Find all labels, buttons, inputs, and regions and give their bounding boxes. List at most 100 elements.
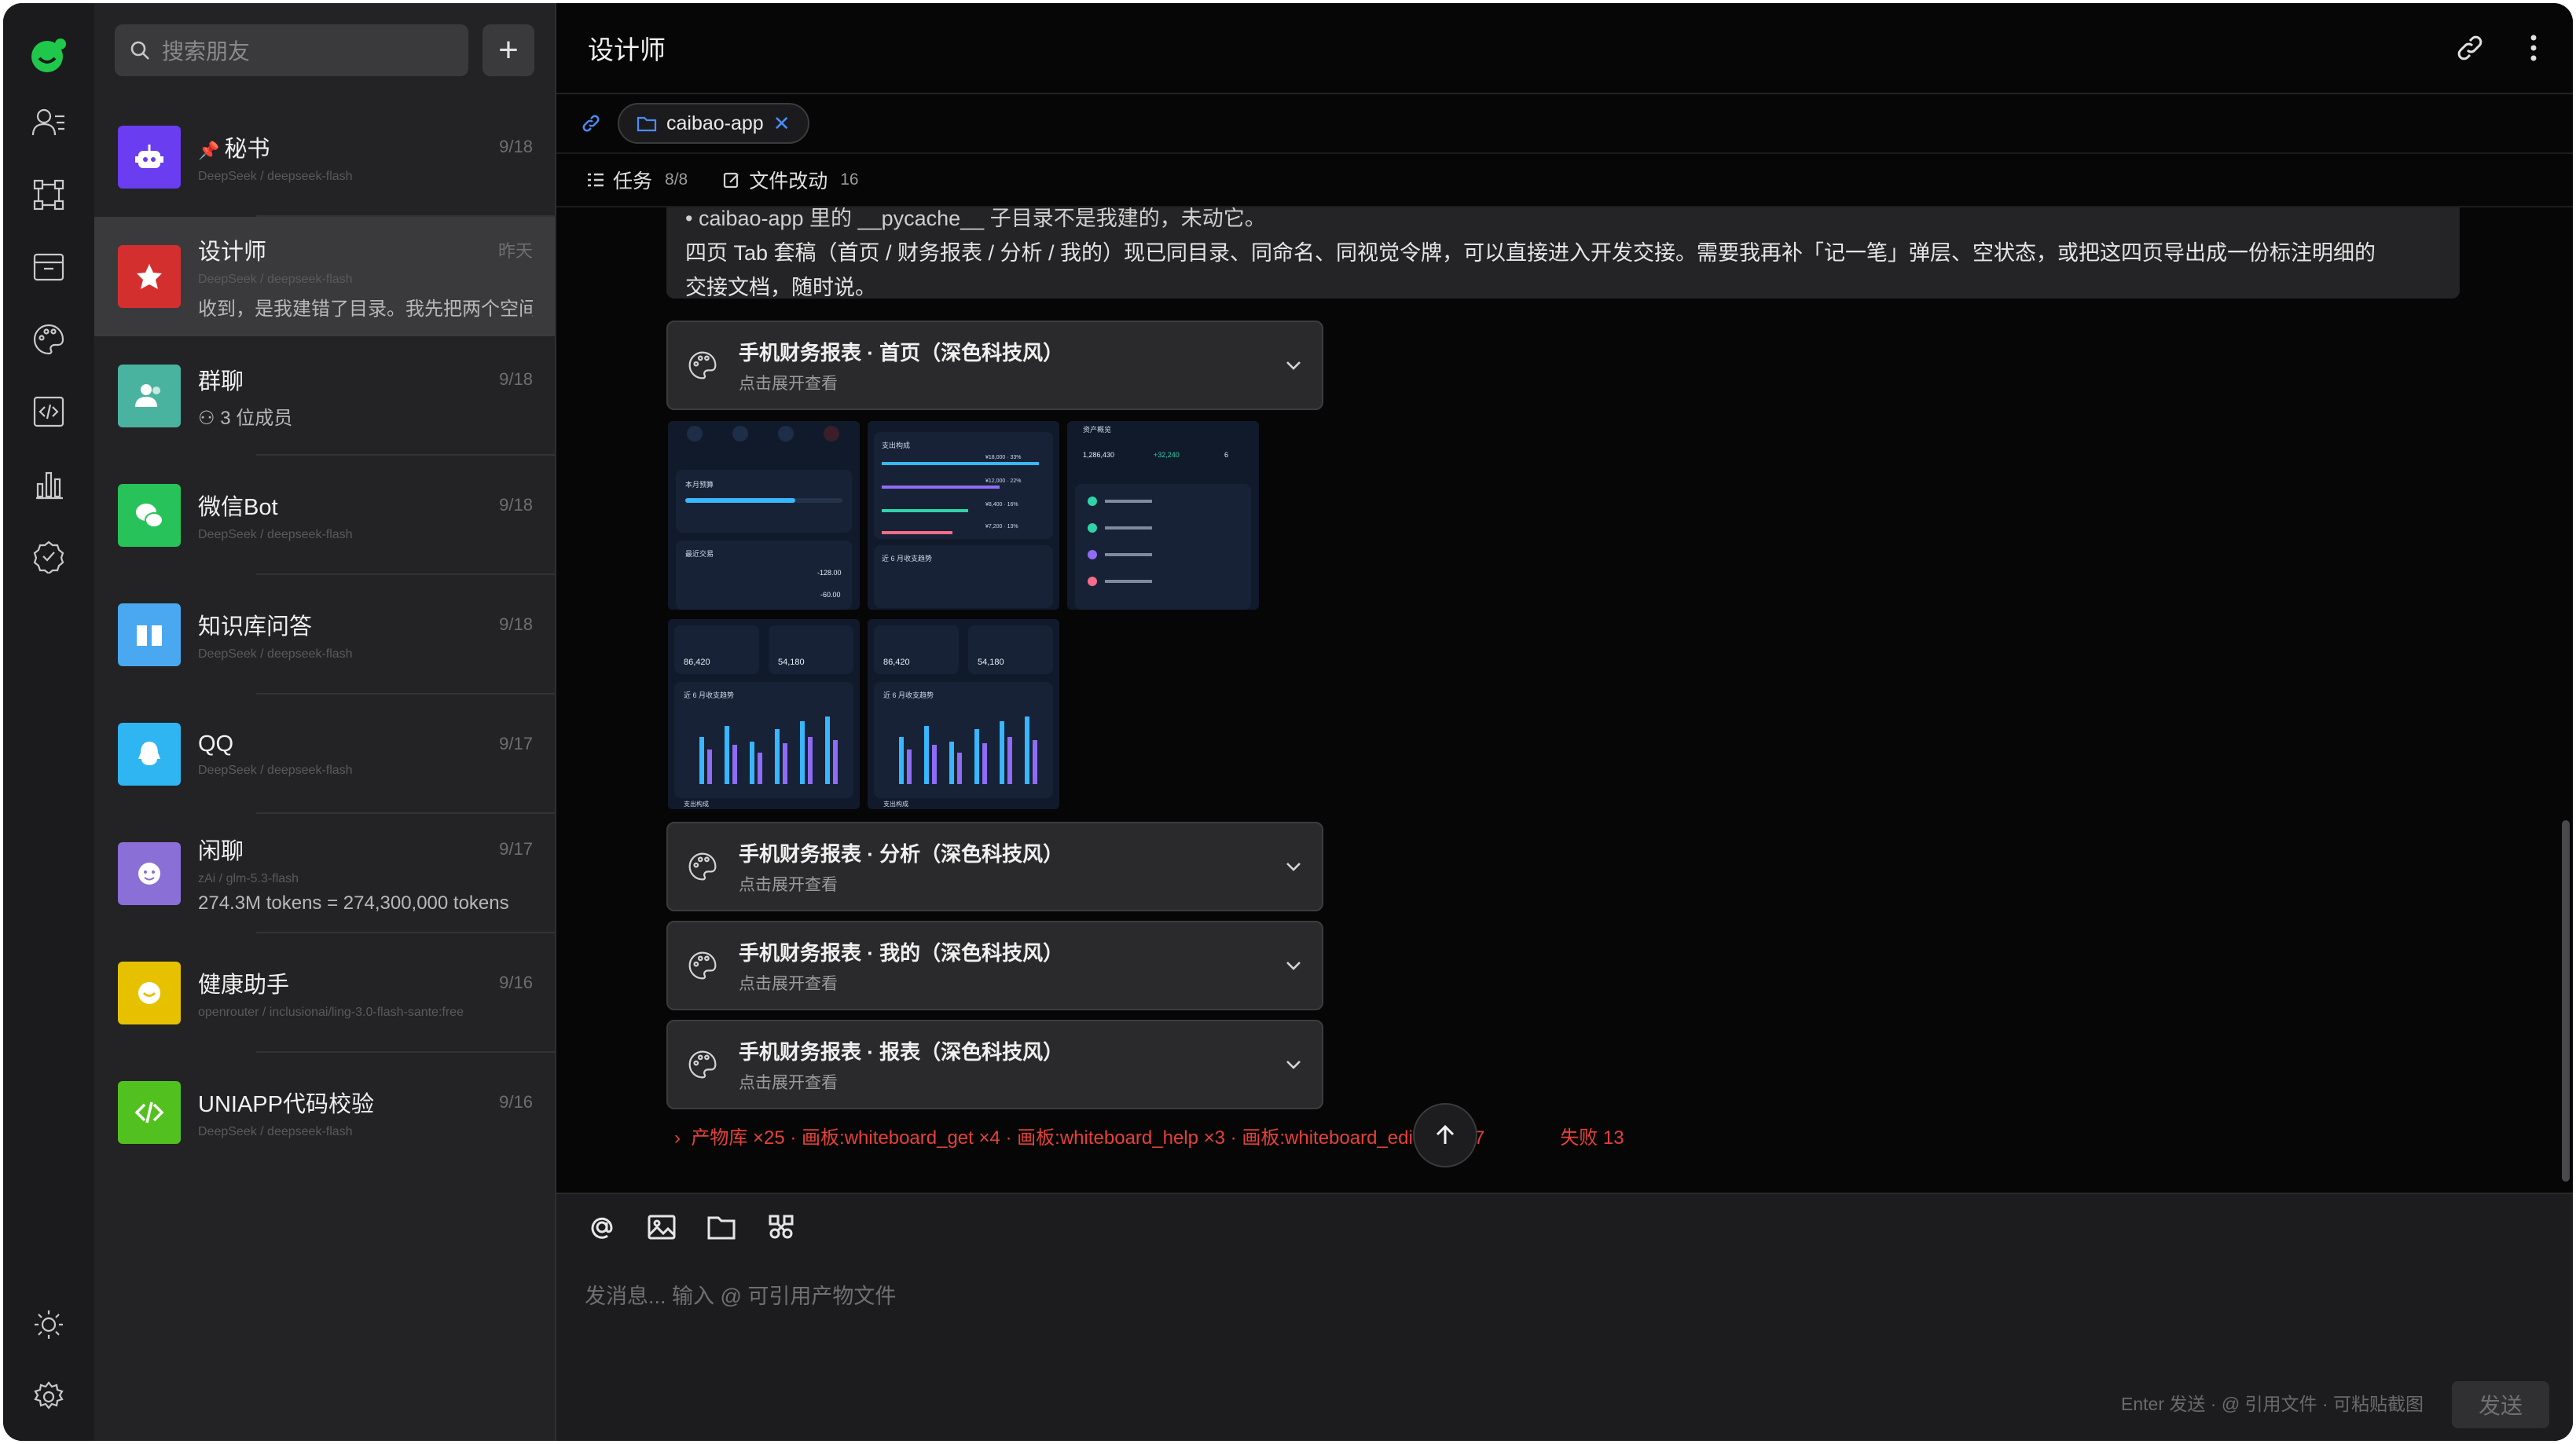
- close-icon[interactable]: ✕: [773, 112, 791, 136]
- tasks-tab[interactable]: 任务 8/8: [586, 166, 688, 194]
- thumb-title: 资产概览: [1083, 425, 1111, 434]
- palette-icon: [688, 852, 717, 881]
- code-icon[interactable]: [28, 391, 69, 432]
- chevron-down-icon[interactable]: [1284, 860, 1303, 873]
- chat-item-wechat-bot[interactable]: 微信Bot 9/18 DeepSeek / deepseek-flash: [94, 456, 555, 575]
- check-badge-icon[interactable]: [28, 536, 69, 577]
- chat-preview: ⚇ 3 位成员: [198, 407, 293, 429]
- file-changes-tab[interactable]: 文件改动 16: [722, 166, 859, 194]
- scroll-to-top-button[interactable]: [1413, 1103, 1477, 1167]
- chat-item-secretary[interactable]: 📌 秘书 9/18 DeepSeek / deepseek-flash: [94, 97, 555, 217]
- thumb-expense: 54,180: [778, 658, 805, 667]
- chat-name: 群聊: [198, 368, 244, 394]
- chat-item-health[interactable]: 健康助手 9/16 openrouter / inclusionai/ling-3…: [94, 933, 555, 1053]
- thumbnail-profile[interactable]: 资产概览 1,286,430 +32,240 6: [1067, 421, 1259, 610]
- chat-name: 微信Bot: [198, 495, 278, 520]
- arrow-up-icon: [1436, 1124, 1455, 1144]
- avatar: [118, 723, 181, 786]
- chat-date: 9/18: [499, 614, 533, 634]
- chat-name: 📌 秘书: [198, 137, 270, 162]
- screenshot-icon[interactable]: [765, 1211, 797, 1243]
- chat-date: 9/18: [499, 495, 533, 515]
- avatar: [118, 842, 181, 905]
- settings-icon[interactable]: [28, 1376, 69, 1417]
- message-area: • caibao-app 里的 __pycache__ 子目录不是我建的，未动它…: [556, 207, 2573, 1193]
- link-icon[interactable]: [580, 112, 602, 134]
- archive-icon[interactable]: [28, 247, 69, 288]
- design-card-analysis[interactable]: 手机财务报表 · 分析（深色科技风） 点击展开查看: [666, 822, 1323, 911]
- mention-icon[interactable]: [586, 1211, 618, 1243]
- chat-item-uniapp[interactable]: UNIAPP代码校验 9/16 DeepSeek / deepseek-flash: [94, 1053, 555, 1172]
- chat-name: 闲聊: [198, 839, 244, 864]
- contacts-icon[interactable]: [28, 102, 69, 143]
- thumb-count: 6: [1224, 451, 1228, 459]
- chat-model: DeepSeek / deepseek-flash: [198, 647, 353, 661]
- conversation-panel: 设计师 caibao-app ✕ 任务 8/8 文件改动 16 • caibao…: [556, 3, 2573, 1441]
- workflow-icon[interactable]: [28, 174, 69, 215]
- link-icon[interactable]: [2453, 31, 2486, 64]
- design-card-profile[interactable]: 手机财务报表 · 我的（深色科技风） 点击展开查看: [666, 921, 1323, 1010]
- chat-list-panel: 搜索朋友 + 📌 秘书 9/18 DeepSeek / deepseek-flas…: [94, 3, 556, 1441]
- edit-icon: [724, 172, 739, 189]
- chat-model: DeepSeek / deepseek-flash: [198, 1125, 353, 1138]
- folder-chip-label: caibao-app: [666, 112, 764, 134]
- avatar: [118, 245, 181, 308]
- theme-toggle-icon[interactable]: [28, 1304, 69, 1345]
- chart-icon[interactable]: [28, 464, 69, 504]
- avatar: [118, 365, 181, 427]
- chat-date: 9/16: [499, 1092, 533, 1112]
- pin-icon: 📌: [198, 141, 225, 160]
- chat-preview: 收到，是我建错了目录。我先把两个空间: [198, 298, 533, 320]
- palette-icon: [688, 951, 717, 980]
- avatar: [118, 962, 181, 1024]
- chat-name: UNIAPP代码校验: [198, 1092, 374, 1117]
- list-icon: [588, 173, 604, 187]
- chevron-down-icon[interactable]: [1284, 1058, 1303, 1071]
- chat-name: 设计师: [198, 239, 267, 265]
- chat-date: 昨天: [497, 240, 533, 261]
- thumbnail-analysis-b[interactable]: 86,420 54,180 近 6 月收支趋势 支出构成: [868, 619, 1059, 809]
- assistant-message: • caibao-app 里的 __pycache__ 子目录不是我建的，未动它…: [666, 207, 2460, 299]
- thumbnail-home[interactable]: 本月预算 最近交易 -128.00 -60.00: [668, 421, 860, 610]
- chat-item-qq[interactable]: QQ 9/17 DeepSeek / deepseek-flash: [94, 695, 555, 814]
- chevron-down-icon[interactable]: [1284, 359, 1303, 372]
- chat-date: 9/17: [499, 839, 533, 859]
- tool-status-line[interactable]: › 产物库 ×25 · 画板:whiteboard_get ×4 · 画板:wh…: [674, 1122, 1624, 1149]
- chat-model: DeepSeek / deepseek-flash: [198, 528, 353, 541]
- design-card-report[interactable]: 手机财务报表 · 报表（深色科技风） 点击展开查看: [666, 1020, 1323, 1109]
- search-input[interactable]: 搜索朋友: [162, 35, 250, 66]
- more-options-icon[interactable]: [2526, 31, 2541, 64]
- members-icon: ⚇: [198, 407, 221, 429]
- avatar: [118, 126, 181, 189]
- image-icon[interactable]: [646, 1211, 677, 1243]
- thumb-value: ¥7,200 · 13%: [985, 524, 1018, 530]
- chat-item-casual[interactable]: 闲聊 9/17 zAi / glm-5.3-flash 274.3M tokens…: [94, 814, 555, 933]
- palette-icon: [688, 351, 717, 379]
- chat-model: DeepSeek / deepseek-flash: [198, 170, 353, 183]
- chat-item-group[interactable]: 群聊 9/18 ⚇ 3 位成员: [94, 336, 555, 456]
- thumb-income: +32,240: [1154, 451, 1180, 459]
- chat-item-knowledge-base[interactable]: 知识库问答 9/18 DeepSeek / deepseek-flash: [94, 575, 555, 695]
- chat-name: QQ: [198, 731, 234, 757]
- add-friend-button[interactable]: +: [483, 24, 534, 76]
- avatar: [118, 1081, 181, 1144]
- chevron-down-icon[interactable]: [1284, 959, 1303, 972]
- chat-model: zAi / glm-5.3-flash: [198, 872, 299, 885]
- message-input[interactable]: 发消息... 输入 @ 可引用产物文件: [585, 1279, 896, 1310]
- thumbnail-analysis-a[interactable]: 86,420 54,180 近 6 月收支趋势 支出构成: [668, 619, 860, 809]
- palette-icon[interactable]: [28, 319, 69, 360]
- design-card-home[interactable]: 手机财务报表 · 首页（深色科技风） 点击展开查看: [666, 321, 1323, 410]
- palette-icon: [688, 1050, 717, 1079]
- folder-chip[interactable]: caibao-app ✕: [618, 103, 809, 144]
- thumb-income: 86,420: [684, 658, 710, 667]
- chat-item-designer[interactable]: 设计师 昨天 DeepSeek / deepseek-flash 收到，是我建错了…: [94, 217, 555, 336]
- folder-icon[interactable]: [706, 1211, 737, 1243]
- thumbnail-report[interactable]: 支出构成 ¥18,000 · 33% ¥12,000 · 22% ¥8,400 …: [868, 421, 1059, 610]
- search-box[interactable]: 搜索朋友: [115, 24, 468, 76]
- thumb-footer: 支出构成: [684, 800, 709, 808]
- chat-date: 9/18: [499, 368, 533, 389]
- thumb-value: ¥18,000 · 33%: [985, 455, 1022, 460]
- send-button[interactable]: 发送: [2452, 1381, 2549, 1428]
- thumb-recent-title: 最近交易: [685, 549, 714, 558]
- scrollbar[interactable]: [2562, 820, 2570, 1182]
